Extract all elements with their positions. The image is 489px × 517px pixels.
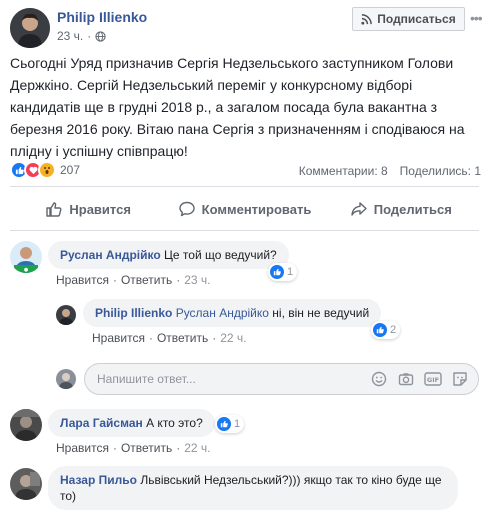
comment-reactions[interactable]: 1 xyxy=(268,263,298,281)
reply-avatar[interactable] xyxy=(56,305,76,325)
comment-label: Комментировать xyxy=(201,201,312,217)
wow-icon xyxy=(38,161,56,179)
author-avatar[interactable] xyxy=(10,8,50,48)
comment-reactions[interactable]: 1 xyxy=(215,415,245,433)
commenter-avatar[interactable] xyxy=(10,409,42,441)
comment-bubble: Руслан Андрійко Це той що ведучий? xyxy=(48,241,289,269)
camera-icon[interactable] xyxy=(397,370,415,388)
comment-author[interactable]: Руслан Андрійко xyxy=(60,248,161,262)
comment-like-link[interactable]: Нравится xyxy=(56,273,109,287)
author-name[interactable]: Philip Illienko xyxy=(57,9,147,25)
share-label: Поделиться xyxy=(373,201,452,217)
subscribe-button[interactable]: Подписаться xyxy=(352,7,465,31)
comment-like-count: 1 xyxy=(287,266,294,278)
svg-text:GIF: GIF xyxy=(427,376,439,384)
comment-like-count: 1 xyxy=(234,418,241,430)
globe-icon xyxy=(95,30,106,42)
comment-bubble: Назар Пильо Львівський Недзельський?))) … xyxy=(48,466,458,510)
reply-like-count: 2 xyxy=(390,324,397,336)
reply-bubble: Philip Illienko Руслан Андрійко ні, він … xyxy=(83,299,382,327)
emoji-icon[interactable] xyxy=(370,370,388,388)
like-icon xyxy=(373,323,387,337)
reply-reactions[interactable]: 2 xyxy=(371,321,401,339)
rss-icon xyxy=(361,13,373,25)
share-icon xyxy=(351,202,367,216)
reply-like-link[interactable]: Нравится xyxy=(92,331,145,345)
reply-time[interactable]: 22 ч. xyxy=(220,331,246,345)
reactions-count: 207 xyxy=(60,163,81,177)
more-icon[interactable]: ••• xyxy=(470,10,483,26)
post-body: Сьогодні Уряд призначив Сергія Недзельсь… xyxy=(10,55,465,159)
comment-bubble: Лара Гайсман А кто это? xyxy=(48,409,215,437)
comment-text: Це той що ведучий? xyxy=(164,248,277,262)
comment-button[interactable]: Комментировать xyxy=(166,192,322,226)
sticker-icon[interactable] xyxy=(451,370,469,388)
post-meta: 23 ч. · xyxy=(57,29,106,43)
post-actions: Нравится Комментировать Поделиться xyxy=(10,192,479,226)
comment-time[interactable]: 22 ч. xyxy=(184,441,210,455)
comment-reply-link[interactable]: Ответить xyxy=(121,441,172,455)
like-button[interactable]: Нравится xyxy=(10,192,166,226)
divider xyxy=(10,230,479,231)
comment-text: А кто это? xyxy=(146,416,203,430)
comment-like-link[interactable]: Нравится xyxy=(56,441,109,455)
reply-author[interactable]: Philip Illienko xyxy=(95,306,172,320)
comment-reply-link[interactable]: Ответить xyxy=(121,273,172,287)
reply-input[interactable]: Напишите ответ... GIF xyxy=(84,363,479,395)
reply-actions: Нравится · Ответить · 22 ч. xyxy=(92,331,247,345)
current-user-avatar xyxy=(56,369,76,389)
comment-actions: Нравится · Ответить · 23 ч. xyxy=(56,273,211,287)
commenter-avatar[interactable] xyxy=(10,468,42,500)
comment-author[interactable]: Лара Гайсман xyxy=(60,416,143,430)
thumbs-up-icon xyxy=(46,202,62,217)
svg-text:●: ● xyxy=(24,267,29,273)
comment-icon xyxy=(178,201,195,217)
commenter-avatar[interactable]: ● xyxy=(10,241,42,273)
post-counts: Комментарии: 8 Поделились: 1 xyxy=(299,164,481,178)
divider xyxy=(10,186,479,187)
share-button[interactable]: Поделиться xyxy=(323,192,479,226)
subscribe-label: Подписаться xyxy=(377,12,456,26)
post-time[interactable]: 23 ч. xyxy=(57,29,83,43)
reply-placeholder: Напишите ответ... xyxy=(97,372,196,386)
reply-mention[interactable]: Руслан Андрійко xyxy=(176,306,269,320)
gif-icon[interactable]: GIF xyxy=(424,370,442,388)
like-icon xyxy=(217,417,231,431)
comment-author[interactable]: Назар Пильо xyxy=(60,473,137,487)
like-label: Нравится xyxy=(69,201,131,217)
comment-time[interactable]: 23 ч. xyxy=(184,273,210,287)
reply-reply-link[interactable]: Ответить xyxy=(157,331,208,345)
reactions-summary[interactable]: 207 xyxy=(10,161,80,179)
reply-text: ні, він не ведучий xyxy=(272,306,370,320)
comment-actions: Нравится · Ответить · 22 ч. xyxy=(56,441,211,455)
comments-count[interactable]: Комментарии: 8 xyxy=(299,164,388,178)
like-icon xyxy=(270,265,284,279)
shares-count[interactable]: Поделились: 1 xyxy=(400,164,481,178)
facebook-post: Philip Illienko 23 ч. · Подписаться ••• … xyxy=(0,0,489,517)
